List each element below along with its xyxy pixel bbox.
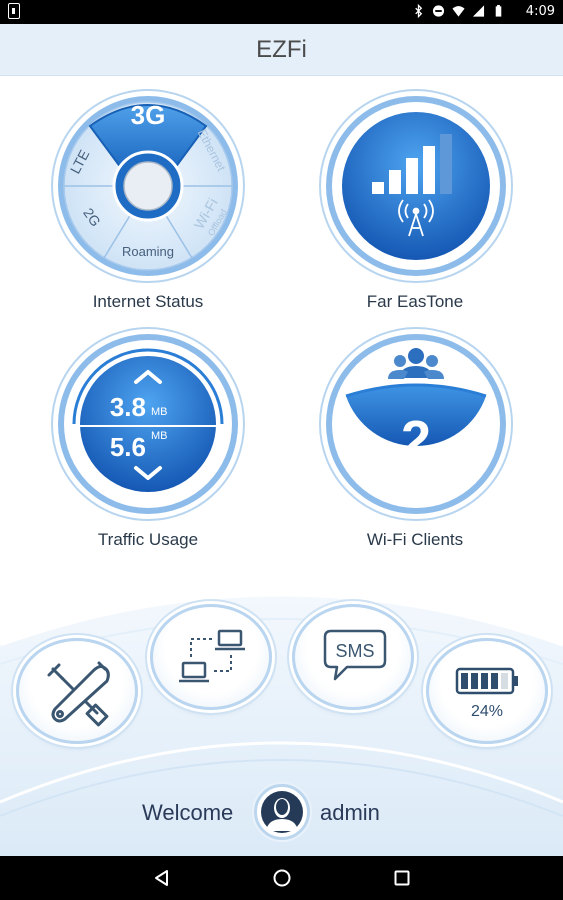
- sms-bubble-icon: SMS: [323, 629, 387, 681]
- sms-button[interactable]: SMS: [292, 604, 414, 710]
- battery-button[interactable]: 24%: [426, 638, 548, 744]
- app-header: EZFi: [0, 24, 563, 76]
- system-navigation-bar: [0, 856, 563, 900]
- battery-cell: [461, 673, 468, 689]
- traffic-usage-label: Traffic Usage: [97, 530, 199, 549]
- status-time: 4:09: [525, 4, 555, 19]
- battery-cell: [501, 673, 508, 689]
- carrier-signal-dial[interactable]: [318, 88, 514, 284]
- tools-icon: [47, 661, 110, 727]
- settings-button[interactable]: [16, 638, 138, 744]
- app-title: EZFi: [256, 36, 307, 63]
- traffic-usage-dial[interactable]: 3.8 MB 5.6 MB: [50, 326, 246, 522]
- battery-percent: 24%: [470, 703, 504, 720]
- battery-level-icon: [455, 667, 518, 695]
- wifi-clients-dial[interactable]: 2: [318, 326, 514, 522]
- network-computers-icon: [179, 629, 245, 683]
- signal-icon: [472, 5, 485, 17]
- user-silhouette-icon: [261, 791, 303, 833]
- download-notification-icon: [8, 3, 20, 19]
- mode-3g-label: 3G: [131, 100, 166, 130]
- connected-devices-button[interactable]: [150, 604, 272, 710]
- battery-cell: [491, 673, 498, 689]
- internet-status-label: Internet Status: [92, 292, 204, 311]
- recents-button-icon[interactable]: [392, 868, 412, 888]
- wifi-icon: [452, 6, 465, 17]
- app-screen: EZFi 3G LTE 2G Roaming Wi-Fi Offload Eth…: [0, 24, 563, 856]
- back-button-icon[interactable]: [152, 868, 172, 888]
- internet-status-dial[interactable]: 3G LTE 2G Roaming Wi-Fi Offload Ethernet: [50, 88, 246, 284]
- home-button-icon[interactable]: [272, 868, 292, 888]
- upload-unit: MB: [151, 406, 168, 418]
- battery-cell: [481, 673, 488, 689]
- battery-cell: [471, 673, 478, 689]
- bluetooth-icon: [415, 4, 423, 18]
- wifi-clients-count: 2: [401, 410, 431, 470]
- system-status-bar: 4:09: [0, 0, 563, 24]
- welcome-user: admin: [320, 800, 380, 825]
- download-unit: MB: [151, 430, 168, 442]
- sms-label: SMS: [335, 641, 374, 661]
- battery-icon: [495, 4, 502, 17]
- do-not-disturb-icon: [432, 5, 445, 17]
- wifi-clients-label: Wi-Fi Clients: [366, 530, 464, 549]
- upload-value: 3.8: [110, 392, 146, 422]
- welcome-prefix: Welcome: [142, 800, 234, 825]
- carrier-label: Far EasTone: [366, 292, 464, 311]
- mode-roaming-label[interactable]: Roaming: [122, 244, 174, 259]
- download-value: 5.6: [110, 432, 146, 462]
- user-avatar[interactable]: [254, 784, 310, 840]
